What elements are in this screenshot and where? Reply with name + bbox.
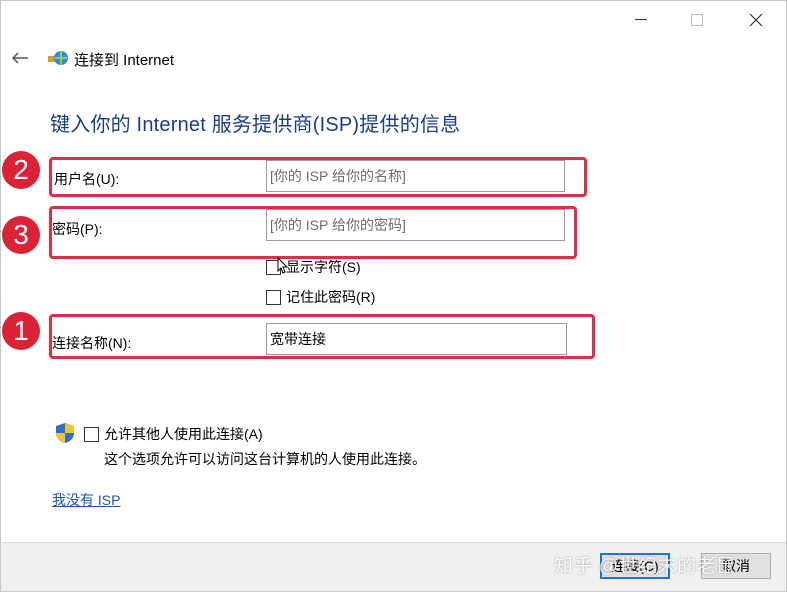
password-field[interactable]: [你的 ISP 给你的密码]: [266, 209, 565, 241]
connect-to-internet-window: 连接到 Internet 键入你的 Internet 服务提供商(ISP)提供的…: [0, 0, 787, 592]
allow-others-description: 这个选项允许可以访问这台计算机的人使用此连接。: [104, 451, 426, 467]
username-label: 用户名(U):: [54, 171, 120, 187]
checkbox-box: [266, 289, 281, 305]
maximize-icon[interactable]: [675, 7, 719, 33]
back-arrow-icon[interactable]: [9, 47, 31, 69]
no-isp-link[interactable]: 我没有 ISP: [52, 490, 120, 510]
remember-password-label: 记住此密码(R): [286, 289, 376, 305]
page-heading: 键入你的 Internet 服务提供商(ISP)提供的信息: [50, 114, 461, 136]
annotation-badge-1: 1: [2, 312, 40, 350]
minimize-icon[interactable]: [619, 7, 663, 33]
allow-others-checkbox[interactable]: 允许其他人使用此连接(A): [84, 424, 263, 444]
checkbox-box: [84, 426, 99, 442]
title-bar: [1, 1, 786, 39]
mouse-cursor-icon: [277, 256, 289, 275]
remember-password-checkbox[interactable]: 记住此密码(R): [266, 287, 375, 307]
connection-name-field[interactable]: 宽带连接: [266, 323, 567, 355]
network-globe-icon: [48, 49, 68, 67]
annotation-badge-3: 3: [2, 216, 40, 254]
window-title: 连接到 Internet: [74, 52, 175, 69]
cancel-button[interactable]: 取消: [701, 553, 771, 579]
password-label: 密码(P):: [52, 221, 103, 237]
connect-button[interactable]: 连接(C): [600, 553, 670, 579]
uac-shield-icon: [55, 422, 75, 444]
username-field[interactable]: [你的 ISP 给你的名称]: [266, 160, 565, 192]
allow-others-label: 允许其他人使用此连接(A): [104, 426, 263, 442]
close-icon[interactable]: [734, 7, 778, 33]
connection-name-label: 连接名称(N):: [52, 335, 132, 351]
annotation-badge-2: 2: [2, 151, 40, 189]
show-characters-label: 显示字符(S): [286, 259, 361, 275]
